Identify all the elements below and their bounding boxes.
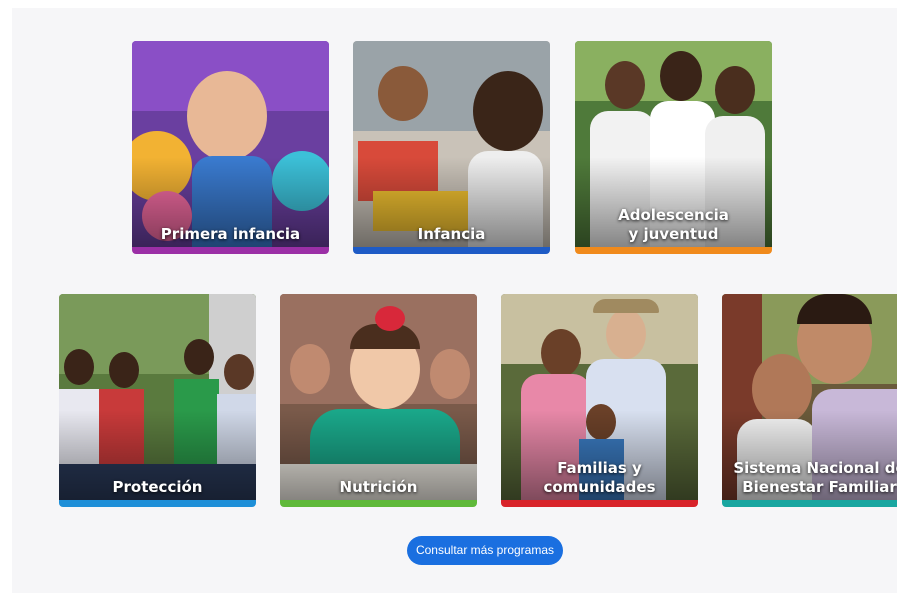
program-photo (132, 41, 329, 247)
program-label: Primera infancia (160, 225, 301, 243)
program-color-bar (501, 500, 698, 507)
program-label: Nutrición (339, 478, 418, 496)
program-label: Sistema Nacional de Bienestar Familiar (733, 459, 897, 496)
program-color-bar (575, 247, 772, 254)
program-card-infancia[interactable]: Infancia (353, 41, 550, 254)
program-color-bar (132, 247, 329, 254)
program-photo (353, 41, 550, 247)
program-card-nutricion[interactable]: Nutrición (280, 294, 477, 507)
program-label: Familias y comunidades (543, 459, 656, 496)
program-label: Adolescencia y juventud (618, 206, 729, 243)
program-photo (280, 294, 477, 500)
program-color-bar (59, 500, 256, 507)
program-card-adolescencia[interactable]: Adolescencia y juventud (575, 41, 772, 254)
program-card-primera-infancia[interactable]: Primera infancia (132, 41, 329, 254)
program-photo (59, 294, 256, 500)
program-card-proteccion[interactable]: Protección (59, 294, 256, 507)
program-label: Protección (112, 478, 203, 496)
program-label: Infancia (417, 225, 486, 243)
consult-more-programs-button[interactable]: Consultar más programas (407, 536, 563, 565)
program-color-bar (280, 500, 477, 507)
program-color-bar (722, 500, 897, 507)
program-card-sistema-nacional[interactable]: Sistema Nacional de Bienestar Familiar (722, 294, 897, 507)
program-color-bar (353, 247, 550, 254)
program-card-familias[interactable]: Familias y comunidades (501, 294, 698, 507)
